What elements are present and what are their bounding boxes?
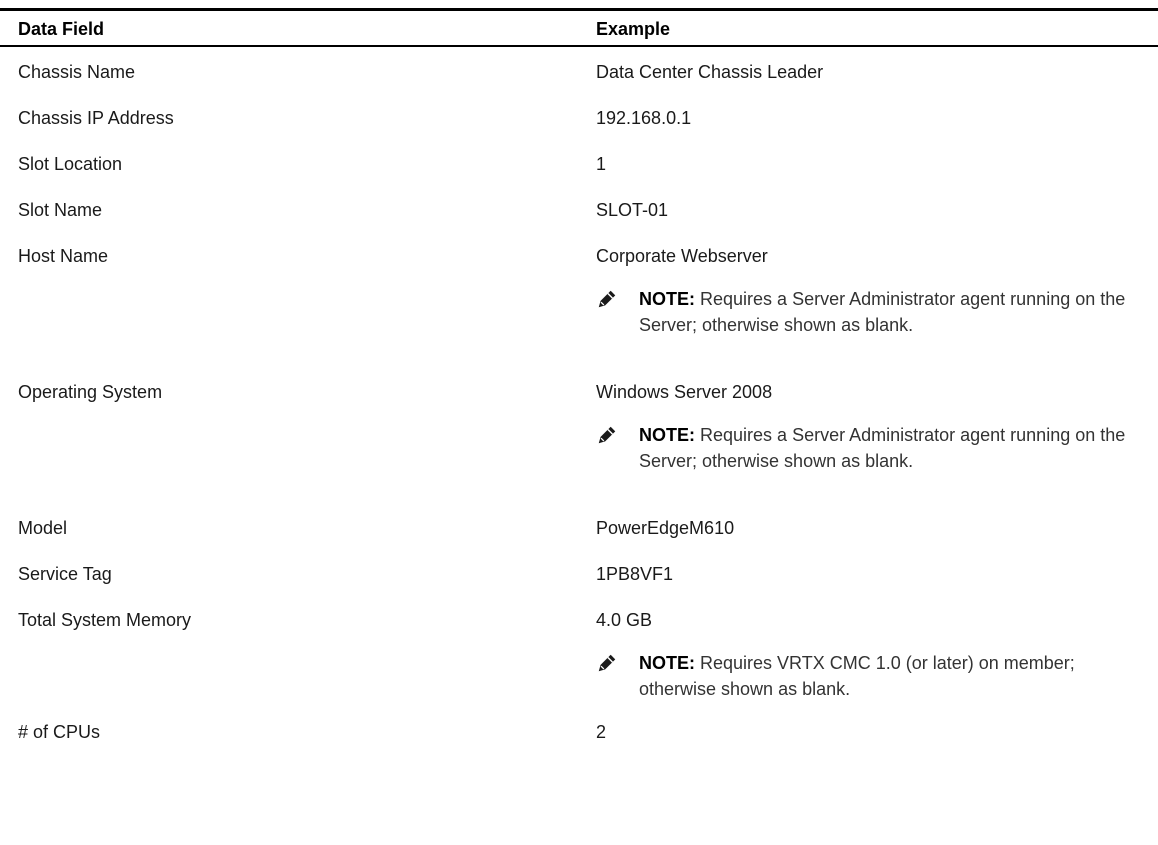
table-row: Chassis Name Data Center Chassis Leader (0, 47, 1158, 93)
row-field: Slot Location (18, 154, 123, 174)
row-field: Chassis IP Address (18, 108, 174, 128)
row-field: Host Name (18, 246, 109, 266)
table-row: Service Tag 1PB8VF1 (0, 549, 1158, 595)
row-example: Windows Server 2008 (596, 382, 773, 402)
row-example: Data Center Chassis Leader (596, 62, 824, 82)
note-label: NOTE: (639, 653, 695, 673)
data-field-table: Data Field Example Chassis Name Data Cen… (0, 8, 1158, 753)
note-text: NOTE: Requires VRTX CMC 1.0 (or later) o… (639, 650, 1154, 702)
row-example: SLOT-01 (596, 200, 669, 220)
row-example: 4.0 GB (596, 610, 653, 630)
row-example: 1PB8VF1 (596, 564, 674, 584)
note-label: NOTE: (639, 425, 695, 445)
table-row: Slot Location 1 (0, 139, 1158, 185)
row-example: Corporate Webserver (596, 246, 768, 266)
note-text: NOTE: Requires a Server Administrator ag… (639, 422, 1154, 474)
table-row: Model PowerEdgeM610 (0, 503, 1158, 549)
pencil-note-icon (598, 426, 616, 444)
row-field: # of CPUs (18, 722, 101, 742)
note-text: NOTE: Requires a Server Administrator ag… (639, 286, 1154, 338)
row-field: Operating System (18, 382, 163, 402)
note-body: Requires a Server Administrator agent ru… (639, 289, 1126, 335)
row-example: 192.168.0.1 (596, 108, 692, 128)
table-row: Host Name Corporate Webserver NOTE: Requ… (0, 231, 1158, 367)
row-field: Chassis Name (18, 62, 136, 82)
pencil-note-icon (598, 654, 616, 672)
row-field: Slot Name (18, 200, 103, 220)
header-data-field: Data Field (18, 19, 105, 39)
pencil-note-icon (598, 290, 616, 308)
row-example: PowerEdgeM610 (596, 518, 735, 538)
note-label: NOTE: (639, 289, 695, 309)
table-header-row: Data Field Example (0, 11, 1158, 45)
table-row: # of CPUs 2 (0, 707, 1158, 753)
table-row: Chassis IP Address 192.168.0.1 (0, 93, 1158, 139)
header-example: Example (596, 19, 671, 39)
table-row: Total System Memory 4.0 GB NOTE: Require… (0, 595, 1158, 707)
row-field: Total System Memory (18, 610, 192, 630)
row-field: Service Tag (18, 564, 112, 584)
row-field: Model (18, 518, 68, 538)
note-body: Requires a Server Administrator agent ru… (639, 425, 1126, 471)
note-body: Requires VRTX CMC 1.0 (or later) on memb… (639, 653, 1075, 699)
table-row: Slot Name SLOT-01 (0, 185, 1158, 231)
row-example: 2 (596, 722, 607, 742)
row-example: 1 (596, 154, 607, 174)
table-row: Operating System Windows Server 2008 NOT… (0, 367, 1158, 503)
